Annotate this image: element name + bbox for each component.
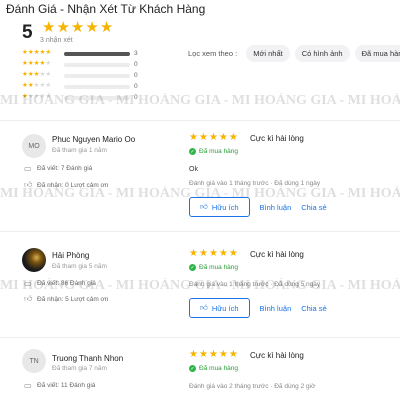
star-icon: ★ (99, 19, 114, 36)
reviewer-thanks: 👍︎ Đã nhận: 0 Lượt cảm ơn (24, 180, 109, 189)
review-count: 3 nhận xét (40, 37, 73, 44)
distribution-bar (64, 73, 130, 78)
reviewer-thanks: 👍︎ Đã nhận: 5 Lượt cảm ơn (24, 294, 109, 303)
star-icon: ★ (189, 132, 198, 143)
verified-badge: ✓ Đã mua hàng (189, 148, 239, 155)
check-icon: ✓ (189, 365, 196, 372)
reviewer-name: Truong Thanh Nhon (52, 354, 124, 363)
review-actions: 👍︎ Hữu ích Bình luận Chia sẻ (189, 197, 327, 217)
comment-icon: ▭ (24, 381, 32, 390)
avatar (22, 248, 46, 272)
distribution-row[interactable]: ★ ★ ★ ★ ★ 0 (22, 81, 140, 92)
distribution-count: 0 (134, 72, 138, 79)
comment-button[interactable]: Bình luận (260, 203, 292, 212)
star-icon: ★ (208, 132, 218, 143)
review-info: Đánh giá vào 1 tháng trước · Đã dùng 1 n… (189, 180, 321, 187)
star-icon: ★ (42, 19, 56, 36)
star-icon: ★ (198, 349, 208, 360)
reviewer-name: Phuc Nguyen Mario Oo (52, 135, 136, 144)
distribution-row[interactable]: ★ ★ ★ ★ ★ 0 (22, 92, 140, 103)
thumb-up-icon: 👍︎ (200, 303, 208, 312)
rating-distribution: ★ ★ ★ ★ ★ 3 ★ ★ ★ ★ ★ 0 ★ ★ ★ ★ ★ 0 ★ ★ ★ ★ ★ 0 ★ ★ ★ ★ ★ 0 (22, 48, 140, 103)
review-title: Cực kì hài lòng (250, 134, 304, 143)
star-icon: ★ (189, 248, 198, 259)
reviewer-written: ▭ Đã viết: 7 Đánh giá (24, 164, 93, 173)
distribution-count: 0 (134, 94, 138, 101)
star-icon: ★ (189, 349, 198, 360)
filter-chip-newest[interactable]: Mới nhất (246, 45, 290, 62)
filter-bar: Lọc xem theo : Mới nhất Có hình ảnh Đã m… (188, 45, 400, 62)
review-info: Đánh giá vào 2 tháng trước · Đã dùng 2 g… (189, 383, 316, 390)
average-score: 5 (22, 22, 33, 43)
helpful-button[interactable]: 👍︎ Hữu ích (189, 298, 250, 318)
comment-icon: ▭ (24, 164, 32, 173)
filter-chip-with-images[interactable]: Có hình ảnh (294, 45, 350, 62)
check-icon: ✓ (189, 148, 196, 155)
reviewer-written: ▭ Đã viết: 86 Đánh giá (24, 279, 96, 288)
review-title: Cực kì hài lòng (250, 351, 304, 360)
distribution-row[interactable]: ★ ★ ★ ★ ★ 0 (22, 70, 140, 81)
distribution-bar (64, 95, 130, 100)
star-icon: ★ (218, 248, 228, 259)
avatar: MO (22, 134, 46, 158)
distribution-row[interactable]: ★ ★ ★ ★ ★ 0 (22, 59, 140, 70)
star-icon: ★ (218, 132, 228, 143)
review-title: Cực kì hài lòng (250, 250, 304, 259)
star-icon: ★ (208, 349, 218, 360)
review-info: Đánh giá vào 1 tháng trước · Đã dùng 5 n… (189, 281, 321, 288)
reviewer-joined: Đã tham gia 7 năm (52, 365, 107, 372)
reviewer-written: ▭ Đã viết: 11 Đánh giá (24, 381, 96, 390)
review-content: Ok (189, 166, 198, 173)
avatar: TN (22, 349, 46, 373)
share-button[interactable]: Chia sẻ (301, 203, 326, 212)
verified-badge: ✓ Đã mua hàng (189, 365, 239, 372)
star-icon: ★ (198, 248, 208, 259)
distribution-bar (64, 84, 130, 89)
thumb-up-icon: 👍︎ (24, 294, 33, 303)
comment-icon: ▭ (24, 279, 32, 288)
check-icon: ✓ (189, 264, 196, 271)
review-item: MO Phuc Nguyen Mario Oo Đã tham gia 1 nă… (0, 120, 400, 230)
review-item: Hải Phòng Đã tham gia 5 năm ▭ Đã viết: 8… (0, 231, 400, 336)
review-item: TN Truong Thanh Nhon Đã tham gia 7 năm ▭… (0, 337, 400, 400)
star-icon: ★ (56, 19, 70, 36)
distribution-bar (64, 62, 130, 67)
helpful-button[interactable]: 👍︎ Hữu ích (189, 197, 250, 217)
reviewer-joined: Đã tham gia 5 năm (52, 263, 107, 270)
star-icon: ★ (198, 132, 208, 143)
thumb-up-icon: 👍︎ (200, 202, 208, 211)
star-icon: ★ (70, 19, 85, 36)
filter-chip-purchased[interactable]: Đã mua hàng (354, 45, 400, 62)
review-stars: ★ ★ ★ ★ ★ (189, 133, 238, 143)
review-actions: 👍︎ Hữu ích Bình luận Chia sẻ (189, 298, 327, 318)
distribution-bar (64, 51, 130, 56)
thumb-up-icon: 👍︎ (24, 180, 33, 189)
verified-badge: ✓ Đã mua hàng (189, 264, 239, 271)
comment-button[interactable]: Bình luận (260, 304, 292, 313)
star-icon: ★ (228, 349, 238, 360)
star-icon: ★ (228, 248, 238, 259)
star-icon: ★ (228, 132, 238, 143)
star-icon: ★ (208, 248, 218, 259)
average-stars: ★ ★ ★ ★ ★ (42, 20, 113, 35)
filter-label: Lọc xem theo : (188, 49, 238, 58)
star-icon: ★ (85, 19, 99, 36)
review-stars: ★ ★ ★ ★ ★ (189, 249, 238, 259)
distribution-count: 0 (134, 83, 138, 90)
review-stars: ★ ★ ★ ★ ★ (189, 350, 238, 360)
distribution-count: 3 (134, 50, 138, 57)
page-title: Đánh Giá - Nhận Xét Từ Khách Hàng (6, 2, 206, 16)
reviewer-joined: Đã tham gia 1 năm (52, 147, 107, 154)
distribution-count: 0 (134, 61, 138, 68)
distribution-row[interactable]: ★ ★ ★ ★ ★ 3 (22, 48, 140, 59)
share-button[interactable]: Chia sẻ (301, 304, 326, 313)
star-icon: ★ (218, 349, 228, 360)
reviewer-name: Hải Phòng (52, 251, 90, 260)
